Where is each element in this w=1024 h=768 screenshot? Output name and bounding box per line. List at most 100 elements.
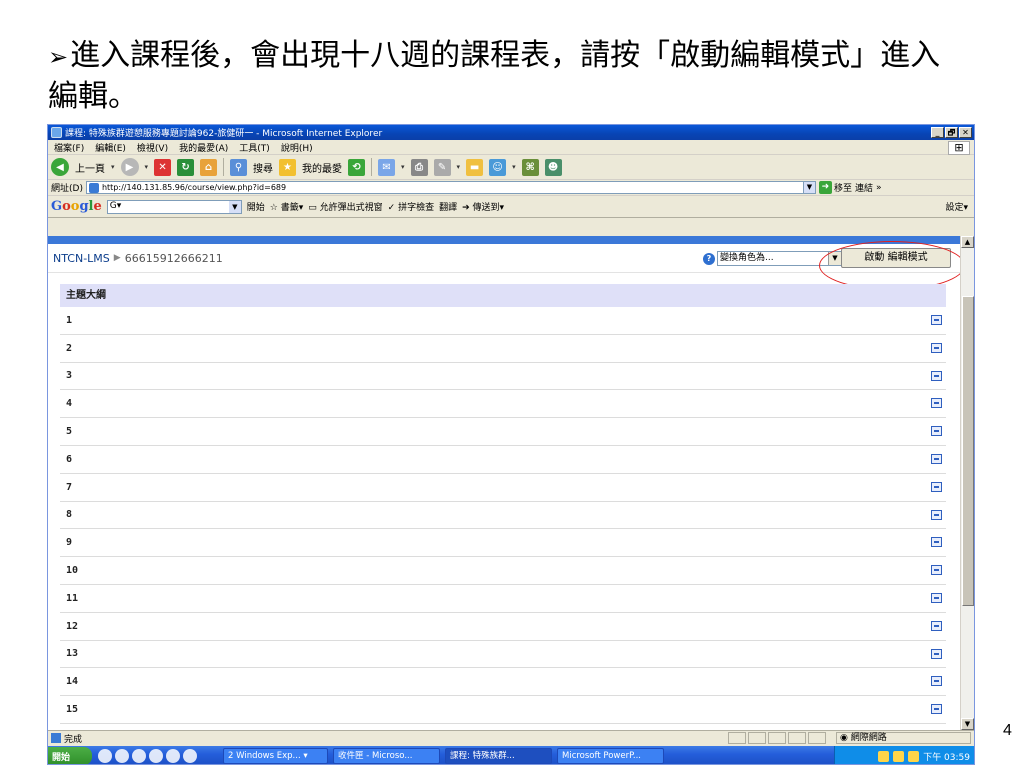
menu-edit[interactable]: 編輯(E): [95, 141, 126, 154]
quick-launch-icon[interactable]: [132, 749, 146, 763]
collapse-toggle-icon[interactable]: [931, 398, 942, 409]
back-button-label[interactable]: 上一頁: [75, 160, 105, 175]
google-bookmarks-button[interactable]: ☆ 書籤▾: [270, 200, 303, 213]
scroll-down-arrow-icon[interactable]: ▼: [961, 718, 974, 730]
home-icon[interactable]: ⌂: [200, 158, 218, 176]
mail-dropdown-icon[interactable]: ▾: [401, 163, 405, 171]
collapse-toggle-icon[interactable]: [931, 592, 942, 603]
browser-window: 課程: 特殊族群遊憩服務專題討論962-旅健研一 - Microsoft Int…: [47, 124, 975, 765]
messenger-dropdown-icon[interactable]: ▾: [512, 163, 516, 171]
google-settings-button[interactable]: 設定▾: [945, 200, 968, 213]
week-row: 13: [60, 641, 946, 669]
search-icon[interactable]: ⚲: [230, 158, 248, 176]
back-dropdown-icon[interactable]: ▾: [111, 163, 115, 171]
page-icon: [88, 182, 99, 193]
collapse-toggle-icon[interactable]: [931, 342, 942, 353]
week-row: 3: [60, 363, 946, 391]
week-row: 8: [60, 502, 946, 530]
popup-blocker-button[interactable]: ▭ 允許彈出式視窗: [308, 200, 382, 213]
maximize-button[interactable]: 🗗: [945, 127, 958, 138]
address-input[interactable]: http://140.131.85.96/course/view.php?id=…: [85, 181, 816, 194]
collapse-toggle-icon[interactable]: [931, 648, 942, 659]
title-bar[interactable]: 課程: 特殊族群遊憩服務專題討論962-旅健研一 - Microsoft Int…: [48, 125, 974, 140]
print-icon[interactable]: ⎙: [410, 158, 428, 176]
collapse-toggle-icon[interactable]: [931, 704, 942, 715]
course-outline: 主題大綱 1 2 3 4 5 6 7 8 9 10 11 12 13 14 15: [60, 284, 946, 724]
links-label[interactable]: 連結: [855, 181, 873, 194]
collapse-toggle-icon[interactable]: [931, 426, 942, 437]
edit-dropdown-icon[interactable]: ▾: [457, 163, 461, 171]
vertical-scrollbar[interactable]: ▲ ▼: [960, 236, 974, 730]
favorites-button-label[interactable]: 我的最愛: [302, 160, 342, 175]
breadcrumb: NTCN-LMS ▶ 66615912666211 ? 變換角色為... ▼ 啟…: [48, 241, 965, 290]
collapse-toggle-icon[interactable]: [931, 676, 942, 687]
spell-check-button[interactable]: ✓ 拼字檢查: [388, 200, 434, 213]
slide-instruction: ➢進入課程後，會出現十八週的課程表，請按「啟動編輯模式」進入編輯。: [48, 36, 968, 117]
scroll-up-arrow-icon[interactable]: ▲: [961, 236, 974, 248]
google-logo[interactable]: Google: [51, 199, 102, 214]
collapse-toggle-icon[interactable]: [931, 509, 942, 520]
edit-page-icon[interactable]: ✎: [433, 158, 451, 176]
menu-help[interactable]: 說明(H): [281, 141, 313, 154]
folder-icon[interactable]: ▬: [466, 158, 484, 176]
task-internet-explorer[interactable]: 課程: 特殊族群...: [445, 748, 552, 764]
start-button[interactable]: 開始: [48, 747, 92, 764]
toolbar-separator: [223, 158, 225, 176]
research-icon[interactable]: ⌘: [521, 158, 539, 176]
quick-launch-icon[interactable]: [149, 749, 163, 763]
breadcrumb-site-link[interactable]: NTCN-LMS: [53, 252, 110, 265]
stop-icon[interactable]: ✕: [154, 158, 172, 176]
task-outlook[interactable]: 收件匣 - Microso...: [333, 748, 440, 764]
messenger-icon[interactable]: ☺: [489, 158, 507, 176]
close-button[interactable]: ✕: [959, 127, 972, 138]
links-chevron-icon[interactable]: »: [876, 183, 882, 193]
quick-launch-icon[interactable]: [98, 749, 112, 763]
collapse-toggle-icon[interactable]: [931, 453, 942, 464]
help-icon[interactable]: ?: [703, 252, 715, 265]
ie-icon: [51, 127, 62, 138]
scroll-thumb[interactable]: [962, 296, 974, 606]
collapse-toggle-icon[interactable]: [931, 537, 942, 548]
tray-icon[interactable]: [908, 750, 920, 762]
highlight-circle: [819, 241, 965, 290]
refresh-icon[interactable]: ↻: [177, 158, 195, 176]
google-search-dropdown-icon[interactable]: ▼: [228, 200, 241, 213]
google-start-button[interactable]: 開始: [247, 200, 265, 213]
toolbar-separator: [371, 158, 373, 176]
tray-icon[interactable]: [878, 750, 890, 762]
task-windows-explorer[interactable]: 2 Windows Exp... ▾: [223, 748, 328, 764]
task-powerpoint[interactable]: Microsoft PowerP...: [557, 748, 664, 764]
menu-file[interactable]: 檔案(F): [54, 141, 84, 154]
forward-arrow-icon[interactable]: ▶: [120, 158, 139, 176]
week-row: 12: [60, 613, 946, 641]
mail-icon[interactable]: ✉: [378, 158, 396, 176]
minimize-button[interactable]: _: [931, 127, 944, 138]
collapse-toggle-icon[interactable]: [931, 370, 942, 381]
menu-favorites[interactable]: 我的最愛(A): [179, 141, 228, 154]
tray-icon[interactable]: [893, 750, 905, 762]
week-row: 14: [60, 668, 946, 697]
forward-dropdown-icon[interactable]: ▾: [145, 163, 149, 171]
google-search-input[interactable]: G▾ ▼: [106, 199, 242, 214]
quick-launch-icon[interactable]: [115, 749, 129, 763]
collapse-toggle-icon[interactable]: [931, 481, 942, 492]
window-title: 課程: 特殊族群遊憩服務專題討論962-旅健研一 - Microsoft Int…: [65, 129, 383, 139]
quick-launch-icon[interactable]: [166, 749, 180, 763]
history-icon[interactable]: ⟲: [348, 158, 366, 176]
collapse-toggle-icon[interactable]: [931, 565, 942, 576]
clock[interactable]: 下午 03:59: [923, 750, 970, 763]
favorites-star-icon[interactable]: ★: [279, 158, 297, 176]
send-to-button[interactable]: ➔ 傳送到▾: [462, 200, 504, 213]
quick-launch: [98, 749, 197, 763]
quick-launch-icon[interactable]: [183, 749, 197, 763]
contacts-icon[interactable]: ☻: [544, 158, 562, 176]
search-button-label[interactable]: 搜尋: [253, 160, 273, 175]
collapse-toggle-icon[interactable]: [931, 620, 942, 631]
menu-view[interactable]: 檢視(V): [137, 141, 168, 154]
address-dropdown-icon[interactable]: ▼: [802, 182, 815, 193]
back-arrow-icon[interactable]: ◀: [51, 158, 69, 176]
go-button[interactable]: ➜ 移至: [818, 181, 852, 194]
translate-button[interactable]: 翻譯: [439, 200, 457, 213]
collapse-toggle-icon[interactable]: [931, 315, 942, 325]
menu-tools[interactable]: 工具(T): [239, 141, 270, 154]
